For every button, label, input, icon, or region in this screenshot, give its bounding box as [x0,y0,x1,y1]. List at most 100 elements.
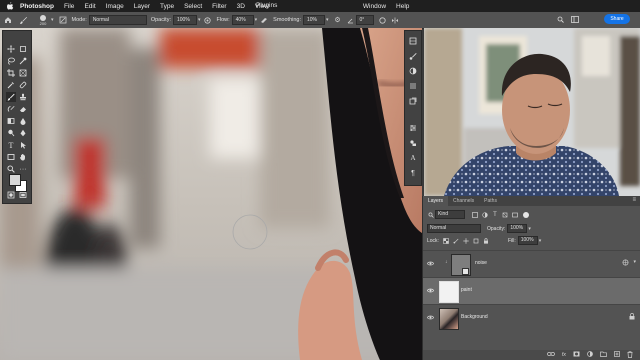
link-icon[interactable] [546,351,555,359]
layer-row-noise[interactable]: ↓ noise ▾ [423,250,640,277]
layer-name[interactable]: paint [461,287,472,293]
dodge-tool-icon[interactable] [6,128,16,138]
mode-select[interactable]: Normal [88,15,147,25]
app-name[interactable]: Photoshop [20,3,54,10]
pen-tool-icon[interactable] [18,128,28,138]
new-layer-icon[interactable] [614,351,620,359]
menu-window[interactable]: Window [363,3,386,10]
airbrush-icon[interactable] [259,17,269,24]
brush-settings-icon[interactable] [58,16,68,24]
gradient-tool-icon[interactable] [6,116,16,126]
adjustment-filter-icon[interactable] [481,211,489,218]
blur-tool-icon[interactable] [18,116,28,126]
frame-tool-icon[interactable] [18,68,28,78]
path-select-icon[interactable] [18,140,28,150]
quick-select-icon[interactable] [18,56,28,66]
properties-panel-icon[interactable] [408,81,418,91]
group-icon[interactable] [600,351,607,359]
brush-tool-icon[interactable] [6,92,16,102]
menu-select[interactable]: Select [184,3,202,10]
mask-icon[interactable] [573,351,580,359]
chevron-down-icon[interactable]: ▾ [633,259,636,265]
history-panel-icon[interactable] [408,36,418,46]
hand-tool-icon[interactable] [18,152,28,162]
menu-type[interactable]: Type [160,3,174,10]
gear-icon[interactable]: ⚙ [333,16,343,24]
menu-layer[interactable]: Layer [134,3,150,10]
layer-thumbnail[interactable] [439,308,459,330]
chevron-down-icon[interactable]: ▾ [198,17,201,23]
filter-toggle-icon[interactable] [523,211,529,218]
blend-mode-select[interactable]: Normal [427,224,481,233]
smoothing-field[interactable]: 10% [303,15,325,25]
smart-filter-icon[interactable] [511,212,519,218]
search-icon[interactable] [556,16,564,23]
tab-layers[interactable]: Layers [423,196,449,206]
tab-channels[interactable]: Channels [448,196,479,206]
fill-field[interactable]: 100% [517,236,538,245]
move-tool-icon[interactable] [6,44,16,54]
lock-transparency-icon[interactable] [442,237,450,244]
brush-settings-panel-icon[interactable] [408,51,418,61]
opacity-field[interactable]: 100% [173,15,197,25]
lock-position-icon[interactable] [462,237,470,244]
shape-filter-icon[interactable] [501,212,509,218]
workspace-icon[interactable] [570,16,579,23]
brush-tool-icon[interactable] [17,16,29,25]
menu-help[interactable]: Help [396,3,409,10]
lock-pixels-icon[interactable] [452,238,460,244]
trash-icon[interactable] [627,350,633,360]
menu-file[interactable]: File [64,3,74,10]
history-brush-icon[interactable] [6,104,16,114]
home-icon[interactable] [3,16,13,24]
adjustments-panel-icon[interactable] [408,66,418,76]
apple-icon[interactable] [6,2,14,10]
visibility-eye-icon[interactable] [426,314,435,321]
eyedropper-icon[interactable] [6,80,16,90]
healing-brush-icon[interactable] [18,80,28,90]
filter-kind-select[interactable]: Kind [435,210,465,219]
rectangle-tool-icon[interactable] [6,152,16,162]
chevron-down-icon[interactable]: ▾ [539,238,542,244]
layer-opacity-field[interactable]: 100% [507,224,528,233]
character-panel-icon[interactable]: A [408,153,418,163]
quick-mask-icon[interactable] [6,190,16,200]
flow-field[interactable]: 40% [231,15,254,25]
visibility-eye-icon[interactable] [426,287,435,294]
layer-row-paint[interactable]: paint [423,277,640,304]
color-panel-icon[interactable] [408,96,418,106]
adjustment-icon[interactable] [587,351,593,359]
visibility-eye-icon[interactable] [426,260,435,267]
screen-mode-icon[interactable] [18,190,28,200]
lock-all-icon[interactable] [482,237,490,244]
actions-panel-icon[interactable] [408,138,418,148]
lock-artboard-icon[interactable] [472,238,480,244]
pressure-size-icon[interactable] [378,16,388,24]
brush-preset-picker[interactable]: 200 [35,14,51,26]
chevron-down-icon[interactable]: ▾ [255,17,258,23]
symmetry-icon[interactable] [390,17,400,24]
share-button[interactable]: Share [604,14,630,24]
menu-3d[interactable]: 3D [237,3,245,10]
type-filter-icon[interactable]: T [491,212,499,218]
layer-thumbnail[interactable] [439,281,459,303]
fx-icon[interactable]: fx [562,352,566,358]
panel-menu-icon[interactable]: ≡ [632,197,636,203]
eraser-icon[interactable] [18,104,28,114]
menu-plugins[interactable]: Plugins [256,2,277,9]
more-tools-icon[interactable]: ··· [18,164,28,174]
document-canvas[interactable] [0,28,422,360]
lock-icon[interactable] [629,313,635,322]
layer-name[interactable]: Background [461,314,488,320]
layer-name[interactable]: noise [475,260,487,266]
swatches-panel-icon[interactable] [408,123,418,133]
pressure-opacity-icon[interactable] [203,16,213,24]
crop-tool-icon[interactable] [6,68,16,78]
paragraph-panel-icon[interactable]: ¶ [408,168,418,178]
chevron-down-icon[interactable]: ▾ [51,17,54,23]
chevron-down-icon[interactable]: ▾ [326,17,329,23]
pixel-filter-icon[interactable] [471,211,479,218]
chevron-down-icon[interactable]: ▾ [528,226,531,232]
menu-filter[interactable]: Filter [212,3,226,10]
lasso-tool-icon[interactable] [6,56,16,66]
